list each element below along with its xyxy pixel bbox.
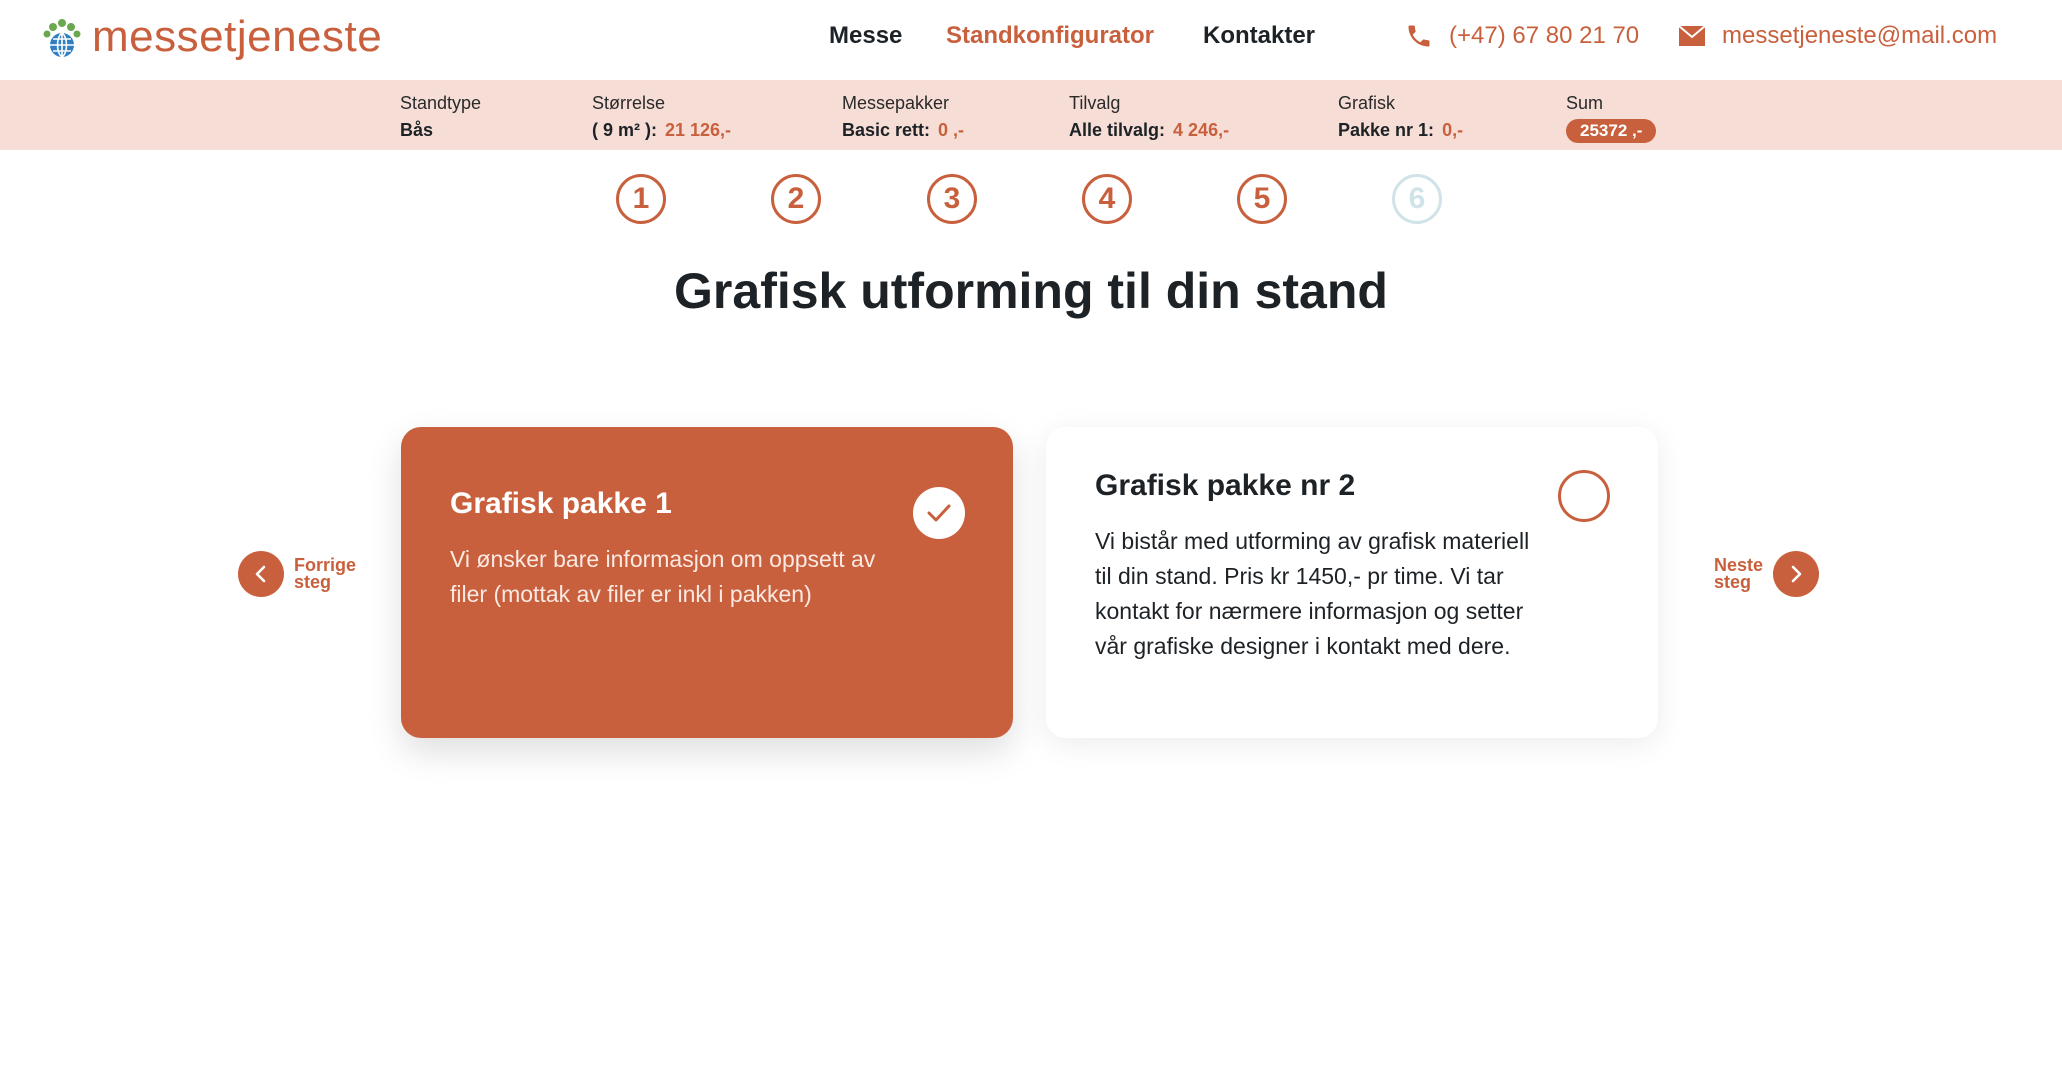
globe-logo-icon [43, 19, 81, 58]
nav-kontakter[interactable]: Kontakter [1203, 22, 1315, 50]
card-title: Grafisk pakke nr 2 [1095, 469, 1356, 502]
phone-number: (+47) 67 80 21 70 [1449, 22, 1640, 49]
card-title: Grafisk pakke 1 [450, 487, 672, 520]
summary-packages: Messepakker Basic rett: 0 ,- [842, 91, 964, 145]
step-6[interactable]: 6 [1392, 174, 1442, 224]
summary-price: 4 246,- [1173, 120, 1230, 140]
previous-step-button[interactable]: Forrige steg [238, 551, 356, 597]
total-price-badge: 25372 ,- [1566, 119, 1657, 143]
mail-icon [1678, 25, 1706, 46]
summary-value: Pakke nr 1: 0,- [1338, 115, 1463, 145]
summary-value-text: ( 9 m² ): [592, 120, 657, 140]
header: messetjeneste Messe Standkonfigurator Ko… [0, 0, 2062, 80]
summary-value: Bås [400, 120, 434, 140]
phone-link[interactable]: (+47) 67 80 21 70 [1405, 22, 1639, 50]
card-description: Vi ønsker bare informasjon om oppsett av… [450, 546, 876, 607]
chevron-left-icon [238, 551, 284, 597]
summary-value: ( 9 m² ): 21 126,- [592, 115, 731, 145]
summary-value-text: Alle tilvalg: [1069, 120, 1166, 140]
summary-label: Størrelse [592, 93, 666, 113]
step-1[interactable]: 1 [616, 174, 666, 224]
summary-price: 0 ,- [938, 120, 965, 140]
summary-value: Basic rett: 0 ,- [842, 115, 964, 145]
previous-step-line2: steg [294, 572, 332, 592]
checkmark-icon [913, 487, 965, 539]
graphic-package-1-card[interactable]: Grafisk pakke 1 Vi ønsker bare informasj… [401, 427, 1013, 738]
email-address: messetjeneste@mail.com [1722, 22, 1998, 49]
next-step-line2: steg [1714, 572, 1752, 592]
step-2[interactable]: 2 [771, 174, 821, 224]
next-step-label: Neste steg [1714, 556, 1763, 592]
previous-step-label: Forrige steg [294, 556, 356, 592]
summary-size: Størrelse ( 9 m² ): 21 126,- [592, 91, 731, 145]
nav-standkonfigurator[interactable]: Standkonfigurator [946, 22, 1154, 50]
summary-label: Tilvalg [1069, 93, 1121, 113]
summary-label: Standtype [400, 93, 482, 113]
nav-messe[interactable]: Messe [829, 22, 902, 50]
step-5[interactable]: 5 [1237, 174, 1287, 224]
logo[interactable]: messetjeneste [40, 14, 382, 60]
summary-total: Sum 25372 ,- [1566, 91, 1657, 143]
graphic-package-2-card[interactable]: Grafisk pakke nr 2 Vi bistår med utformi… [1046, 427, 1658, 738]
summary-graphic: Grafisk Pakke nr 1: 0,- [1338, 91, 1463, 145]
email-link[interactable]: messetjeneste@mail.com [1678, 22, 1997, 50]
phone-icon [1408, 25, 1430, 47]
summary-label: Grafisk [1338, 93, 1396, 113]
page-title: Grafisk utforming til din stand [674, 263, 1388, 319]
step-4[interactable]: 4 [1082, 174, 1132, 224]
summary-price: 0,- [1442, 120, 1464, 140]
summary-bar: Standtype Bås Størrelse ( 9 m² ): 21 126,… [0, 80, 2062, 150]
card-description: Vi bistår med utforming av grafisk mater… [1095, 528, 1530, 659]
summary-extras: Tilvalg Alle tilvalg: 4 246,- [1069, 91, 1229, 145]
radio-unselected-icon[interactable] [1558, 470, 1610, 522]
summary-value: Alle tilvalg: 4 246,- [1069, 115, 1229, 145]
summary-value-text: Pakke nr 1: [1338, 120, 1435, 140]
summary-standtype: Standtype Bås [400, 91, 481, 145]
summary-label: Messepakker [842, 93, 950, 113]
logo-text: messetjeneste [92, 12, 383, 61]
summary-value-text: Basic rett: [842, 120, 931, 140]
summary-label: Sum [1566, 93, 1604, 113]
step-3[interactable]: 3 [927, 174, 977, 224]
next-step-button[interactable]: Neste steg [1714, 551, 1820, 597]
chevron-right-icon [1773, 551, 1820, 597]
summary-price: 21 126,- [665, 120, 732, 140]
